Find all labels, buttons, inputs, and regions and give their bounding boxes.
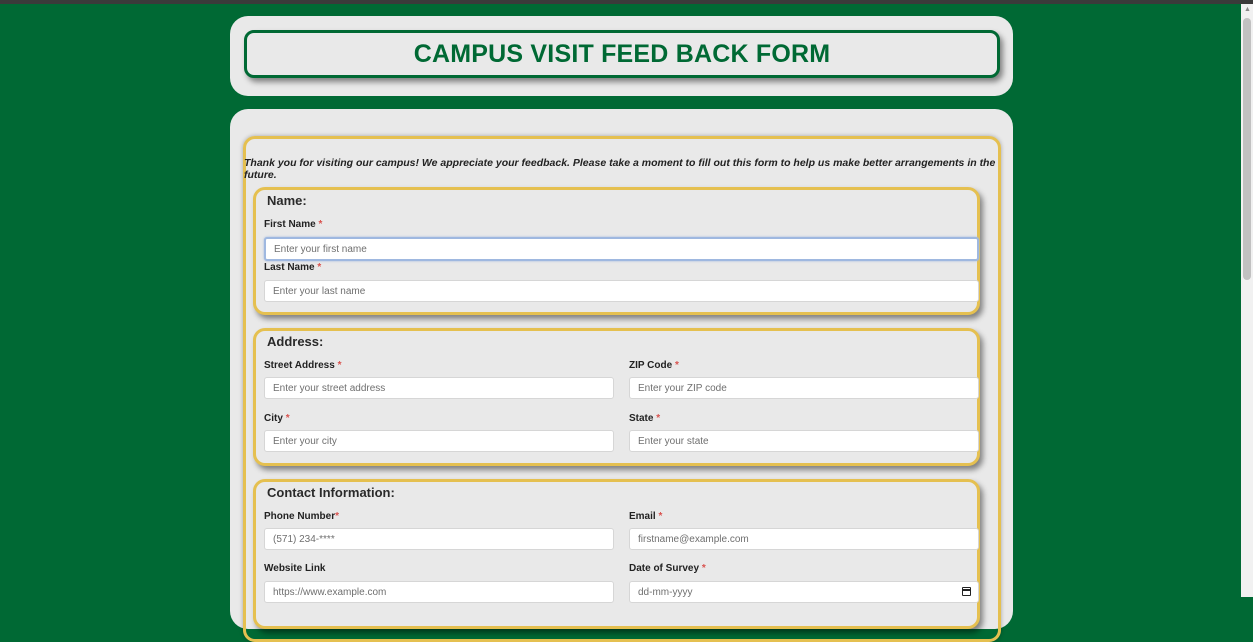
required-marker: * bbox=[337, 360, 342, 371]
website-link-input[interactable] bbox=[264, 581, 614, 603]
scrollbar-thumb[interactable] bbox=[1243, 18, 1251, 280]
last-name-label: Last Name * bbox=[264, 262, 321, 273]
website-link-label: Website Link bbox=[264, 563, 326, 574]
street-address-input[interactable] bbox=[264, 377, 614, 399]
address-section: Address: Street Address * ZIP Code * Cit… bbox=[253, 328, 980, 466]
first-name-label: First Name * bbox=[264, 219, 322, 230]
city-input[interactable] bbox=[264, 430, 614, 452]
last-name-input[interactable] bbox=[264, 280, 979, 302]
phone-number-input[interactable] bbox=[264, 528, 614, 550]
state-label-text: State bbox=[629, 413, 654, 424]
name-section-title: Name: bbox=[267, 193, 307, 208]
intro-text: Thank you for visiting our campus! We ap… bbox=[244, 157, 996, 181]
zip-code-label-text: ZIP Code bbox=[629, 360, 673, 371]
required-marker: * bbox=[701, 563, 706, 574]
zip-code-input[interactable] bbox=[629, 377, 979, 399]
header-card: CAMPUS VISIT FEED BACK FORM bbox=[230, 16, 1013, 96]
required-marker: * bbox=[318, 219, 323, 230]
email-label-text: Email bbox=[629, 511, 656, 522]
street-address-label: Street Address * bbox=[264, 360, 341, 371]
date-of-survey-label-text: Date of Survey bbox=[629, 563, 700, 574]
email-label: Email * bbox=[629, 511, 662, 522]
city-label: City * bbox=[264, 413, 290, 424]
required-marker: * bbox=[317, 262, 322, 273]
date-of-survey-input[interactable] bbox=[629, 581, 979, 603]
address-section-title: Address: bbox=[267, 334, 324, 349]
phone-number-label: Phone Number* bbox=[264, 511, 339, 522]
page-scrollbar[interactable]: ▲ bbox=[1241, 4, 1253, 597]
required-marker: * bbox=[656, 413, 661, 424]
first-name-input[interactable] bbox=[264, 237, 979, 261]
date-of-survey-field[interactable] bbox=[629, 581, 979, 603]
website-link-label-text: Website Link bbox=[264, 563, 326, 574]
state-label: State * bbox=[629, 413, 660, 424]
form-card: Thank you for visiting our campus! We ap… bbox=[230, 109, 1013, 642]
required-marker: * bbox=[674, 360, 679, 371]
contact-section-title: Contact Information: bbox=[267, 485, 395, 500]
state-input[interactable] bbox=[629, 430, 979, 452]
title-box: CAMPUS VISIT FEED BACK FORM bbox=[244, 30, 1000, 78]
first-name-label-text: First Name bbox=[264, 219, 316, 230]
phone-number-label-text: Phone Number bbox=[264, 511, 336, 522]
window-top-border bbox=[0, 0, 1253, 4]
street-address-label-text: Street Address bbox=[264, 360, 335, 371]
page-title: CAMPUS VISIT FEED BACK FORM bbox=[413, 39, 831, 68]
required-marker: * bbox=[285, 413, 290, 424]
required-marker: * bbox=[335, 511, 340, 522]
contact-section: Contact Information: Phone Number* Email… bbox=[253, 479, 980, 629]
city-label-text: City bbox=[264, 413, 283, 424]
required-marker: * bbox=[658, 511, 663, 522]
email-input[interactable] bbox=[629, 528, 979, 550]
name-section: Name: First Name * Last Name * bbox=[253, 187, 980, 315]
zip-code-label: ZIP Code * bbox=[629, 360, 679, 371]
scroll-up-arrow-icon[interactable]: ▲ bbox=[1244, 6, 1251, 14]
last-name-label-text: Last Name bbox=[264, 262, 315, 273]
date-of-survey-label: Date of Survey * bbox=[629, 563, 706, 574]
calendar-icon[interactable] bbox=[962, 587, 971, 596]
